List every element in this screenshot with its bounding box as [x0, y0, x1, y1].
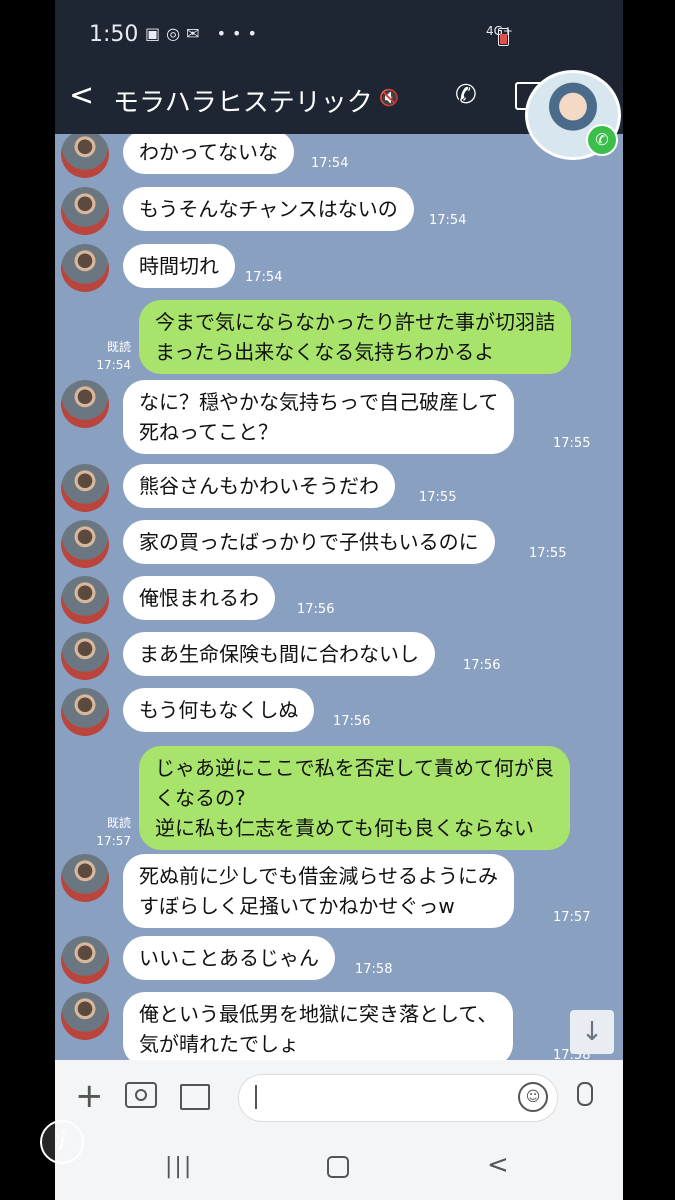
mute-icon: 🔇 [379, 88, 399, 107]
nav-back-button[interactable]: < [487, 1150, 509, 1180]
message-time: 17:55 [553, 436, 591, 451]
read-receipt: 既読 17:57 [83, 814, 131, 850]
message-time: 17:57 [553, 910, 591, 925]
message-time: 17:55 [419, 490, 457, 505]
read-label: 既読 [106, 340, 131, 354]
message-text: 家の買ったばっかりで子供もいるのに [139, 530, 479, 554]
status-time: 1:50 [89, 22, 139, 47]
received-message-bubble[interactable]: 死ぬ前に少しでも借金減らせるようにみ すぼらしく足掻いてかねかせぐっw [123, 854, 514, 928]
system-nav-bar: ||| < [55, 1136, 623, 1200]
message-text: 気が晴れたでしょ [139, 1032, 299, 1056]
avatar[interactable] [61, 187, 109, 235]
message-time: 17:54 [311, 156, 349, 171]
sent-message-bubble[interactable]: 今まで気にならなかったり許せた事が切羽詰 まったら出来なくなる気持ちわかるよ [139, 300, 571, 374]
message-text: 熊谷さんもかわいそうだわ [139, 474, 379, 498]
message-time: 17:55 [529, 546, 567, 561]
message-text: 今まで気にならなかったり許せた事が切羽詰 [155, 310, 555, 334]
message-text: 死ねってこと？ [139, 420, 278, 444]
message-text: 俺という最低男を地獄に突き落として、 [139, 1002, 498, 1026]
recent-apps-button[interactable]: ||| [165, 1154, 193, 1179]
status-bar: 1:50 ▣◎✉ ••• 4G+ [55, 0, 623, 70]
message-text: すぼらしく足掻いてかねかせぐっw [139, 894, 455, 918]
received-message-bubble[interactable]: いいことあるじゃん [123, 936, 335, 980]
message-text: もうそんなチャンスはないの [139, 197, 398, 221]
message-time: 17:58 [355, 962, 393, 977]
scroll-down-button[interactable]: ↓ [570, 1010, 614, 1054]
battery-icon [498, 28, 509, 46]
microphone-icon[interactable] [577, 1082, 593, 1106]
read-label: 既読 [106, 816, 131, 830]
message-text: いいことあるじゃん [139, 946, 319, 970]
avatar[interactable] [61, 688, 109, 736]
received-message-bubble[interactable]: 時間切れ [123, 244, 235, 288]
message-time: 17:54 [429, 213, 467, 228]
message-time: 17:57 [96, 834, 131, 848]
received-message-bubble[interactable]: 俺という最低男を地獄に突き落として、 気が晴れたでしょ [123, 992, 514, 1060]
input-bar: + ☺ [55, 1060, 623, 1136]
message-text: まあ生命保険も間に合わないし [139, 642, 419, 666]
chat-title: モラハラヒステリック [113, 88, 373, 118]
message-text: 俺恨まれるわ [139, 586, 259, 610]
received-message-bubble[interactable]: 家の買ったばっかりで子供もいるのに [123, 520, 495, 564]
received-message-bubble[interactable]: もうそんなチャンスはないの [123, 187, 414, 231]
text-cursor [255, 1085, 257, 1109]
message-list[interactable]: わかってないな 17:54 もうそんなチャンスはないの 17:54 時間切れ 17:54 今… [55, 134, 623, 1060]
message-input[interactable] [238, 1074, 558, 1122]
avatar[interactable] [61, 632, 109, 680]
avatar[interactable] [61, 576, 109, 624]
message-time: 17:54 [96, 358, 131, 372]
avatar[interactable] [61, 520, 109, 568]
more-icon: ••• [216, 24, 263, 43]
avatar[interactable] [61, 936, 109, 984]
avatar[interactable] [61, 854, 109, 902]
mail-icon: ✉ [186, 24, 206, 43]
sync-icon: ◎ [166, 24, 187, 43]
message-text: 時間切れ [139, 254, 219, 278]
avatar[interactable] [61, 992, 109, 1040]
message-time: 17:56 [333, 714, 371, 729]
info-icon[interactable]: i [40, 1120, 84, 1164]
message-time: 17:56 [297, 602, 335, 617]
message-time: 17:54 [245, 270, 283, 285]
message-text: わかってないな [139, 140, 278, 164]
received-message-bubble[interactable]: 俺恨まれるわ [123, 576, 275, 620]
avatar[interactable] [61, 464, 109, 512]
plus-icon[interactable]: + [75, 1076, 104, 1116]
message-text: もう何もなくしぬ [139, 698, 299, 722]
emoji-icon[interactable]: ☺ [518, 1082, 548, 1112]
received-message-bubble[interactable]: わかってないな [123, 134, 294, 174]
received-message-bubble[interactable]: なに？穏やかな気持ちっで自己破産して 死ねってこと？ [123, 380, 515, 454]
phone-screen: 1:50 ▣◎✉ ••• 4G+ < モラハラヒステリック 🔇 ✆ わかってない… [55, 0, 623, 1200]
image-icon: ▣ [145, 24, 167, 43]
message-text: くなるの? [155, 786, 246, 810]
received-message-bubble[interactable]: まあ生命保険も間に合わないし [123, 632, 435, 676]
message-text: なに？穏やかな気持ちっで自己破産して [139, 390, 499, 414]
home-button[interactable] [327, 1156, 349, 1178]
message-text: 死ぬ前に少しでも借金減らせるようにみ [139, 864, 498, 888]
avatar[interactable] [61, 380, 109, 428]
message-text: じゃあ逆にここで私を否定して責めて何が良 [155, 756, 554, 780]
avatar[interactable] [61, 244, 109, 292]
sent-message-bubble[interactable]: じゃあ逆にここで私を否定して責めて何が良 くなるの? 逆に私も仁志を責めても何も良く… [139, 746, 570, 850]
received-message-bubble[interactable]: もう何もなくしぬ [123, 688, 315, 732]
message-text: まったら出来なくなる気持ちわかるよ [155, 340, 495, 364]
received-message-bubble[interactable]: 熊谷さんもかわいそうだわ [123, 464, 395, 508]
message-text: 逆に私も仁志を責めても何も良くならない [155, 816, 534, 840]
call-button[interactable]: ✆ [455, 80, 477, 110]
read-receipt: 既読 17:54 [83, 338, 131, 374]
message-time: 17:56 [463, 658, 501, 673]
gallery-icon[interactable] [180, 1084, 210, 1110]
status-notification-icons: ▣◎✉ ••• [145, 24, 263, 43]
call-badge-icon[interactable]: ✆ [586, 124, 618, 156]
back-button[interactable]: < [69, 78, 94, 113]
camera-icon[interactable] [125, 1082, 157, 1108]
avatar[interactable] [61, 134, 109, 178]
